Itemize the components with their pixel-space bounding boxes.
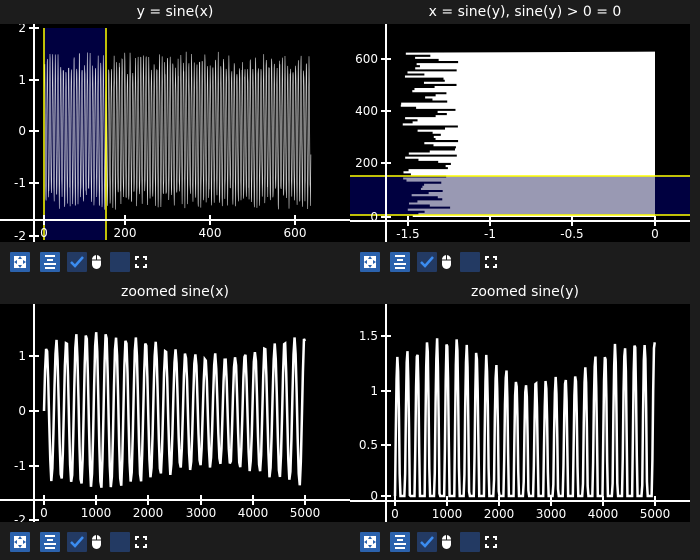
- check-icon: [420, 536, 434, 548]
- y-tick-label: 2: [18, 24, 26, 35]
- y-tick-label: -2: [14, 513, 26, 522]
- plot-area[interactable]: 0 1000 2000 3000 4000 5000 1 0 -1 -2: [0, 304, 350, 522]
- x-tick-label: 3000: [186, 506, 217, 520]
- fullscreen-icon[interactable]: [485, 536, 497, 548]
- mouse-icon: [442, 255, 451, 269]
- plot-title: zoomed sine(y): [471, 284, 579, 300]
- fullscreen-icon[interactable]: [135, 256, 147, 268]
- x-tick-label: -0.5: [560, 227, 583, 241]
- align-button[interactable]: [40, 532, 60, 552]
- align-icon: [44, 535, 56, 549]
- checkbox-unchecked[interactable]: [110, 252, 130, 272]
- mouse-icon: [92, 535, 101, 549]
- plot-panel-3: zoomed sine(x) 0 1000 2000 3000 4000 5000 1 0 -1 -…: [0, 280, 350, 560]
- plot-panel-2: x = sine(y), sine(y) > 0 = 0 -1.5 -1 -0.5 0 6…: [350, 0, 700, 280]
- align-button[interactable]: [390, 532, 410, 552]
- mouse-icon: [92, 255, 101, 269]
- mouse-icon: [442, 535, 451, 549]
- x-tick-label: 5000: [640, 507, 671, 521]
- align-icon: [394, 535, 406, 549]
- align-button[interactable]: [390, 252, 410, 272]
- y-tick-label: 1.5: [359, 329, 378, 343]
- x-tick-label: 5000: [290, 506, 321, 520]
- plot-area[interactable]: 0 1000 2000 3000 4000 5000 1.5 1 0.5 0: [350, 304, 690, 522]
- plot-panel-1: y = sine(x) 0 200 400 600 2 1 0 -1 -2: [0, 0, 350, 280]
- x-tick-label: -1.5: [396, 227, 419, 241]
- x-tick-label: 0: [651, 227, 659, 241]
- x-tick-label: 200: [114, 226, 137, 240]
- check-icon: [420, 256, 434, 268]
- x-tick-label: 4000: [588, 507, 619, 521]
- fit-icon: [14, 256, 26, 268]
- y-tick-label: -1: [14, 459, 26, 473]
- x-tick-label: 1000: [81, 506, 112, 520]
- checkbox-unchecked[interactable]: [460, 532, 480, 552]
- plot-title: zoomed sine(x): [121, 284, 229, 300]
- fit-icon: [14, 536, 26, 548]
- y-tick-label: 0.5: [359, 438, 378, 452]
- x-tick-label: 2000: [133, 506, 164, 520]
- fullscreen-icon[interactable]: [135, 536, 147, 548]
- x-tick-label: 1000: [432, 507, 463, 521]
- y-tick-label: 200: [355, 156, 378, 170]
- x-tick-label: 0: [40, 226, 48, 240]
- x-tick-label: 0: [40, 506, 48, 520]
- checkbox-unchecked[interactable]: [110, 532, 130, 552]
- checkbox-checked[interactable]: [417, 532, 437, 552]
- fit-button[interactable]: [360, 252, 380, 272]
- x-tick-label: 3000: [536, 507, 567, 521]
- checkbox-unchecked[interactable]: [460, 252, 480, 272]
- y-tick-label: 600: [355, 52, 378, 66]
- plot-title: x = sine(y), sine(y) > 0 = 0: [428, 4, 622, 20]
- y-tick-label: 0: [18, 404, 26, 418]
- fit-icon: [364, 536, 376, 548]
- align-icon: [394, 255, 406, 269]
- checkbox-checked[interactable]: [67, 252, 87, 272]
- align-icon: [44, 255, 56, 269]
- x-tick-label: 2000: [484, 507, 515, 521]
- x-tick-label: 0: [391, 507, 399, 521]
- x-tick-label: 4000: [238, 506, 269, 520]
- checkbox-checked[interactable]: [417, 252, 437, 272]
- plot-panel-4: zoomed sine(y) 0 1000 2000 3000 4000 5000 1.5 1 0…: [350, 280, 700, 560]
- fullscreen-icon[interactable]: [485, 256, 497, 268]
- checkbox-checked[interactable]: [67, 532, 87, 552]
- y-tick-label: -2: [14, 229, 26, 242]
- x-tick-label: -1: [484, 227, 496, 241]
- check-icon: [70, 536, 84, 548]
- y-tick-label: 0: [370, 489, 378, 503]
- y-tick-label: 1: [370, 384, 378, 398]
- y-tick-label: 0: [18, 124, 26, 138]
- y-tick-label: 400: [355, 104, 378, 118]
- y-tick-label: 0: [370, 210, 378, 224]
- y-tick-label: -1: [14, 176, 26, 190]
- fit-button[interactable]: [10, 252, 30, 272]
- plot-title: y = sine(x): [136, 4, 214, 20]
- fit-button[interactable]: [360, 532, 380, 552]
- x-tick-label: 400: [199, 226, 222, 240]
- y-tick-label: 1: [18, 73, 26, 87]
- check-icon: [70, 256, 84, 268]
- align-button[interactable]: [40, 252, 60, 272]
- y-tick-label: 1: [18, 349, 26, 363]
- x-tick-label: 600: [284, 226, 307, 240]
- selection-overlay: [350, 176, 690, 215]
- fit-button[interactable]: [10, 532, 30, 552]
- plot-area[interactable]: -1.5 -1 -0.5 0 600 400 200 0: [350, 24, 690, 242]
- fit-icon: [364, 256, 376, 268]
- plot-area[interactable]: 0 200 400 600 2 1 0 -1 -2: [0, 24, 350, 242]
